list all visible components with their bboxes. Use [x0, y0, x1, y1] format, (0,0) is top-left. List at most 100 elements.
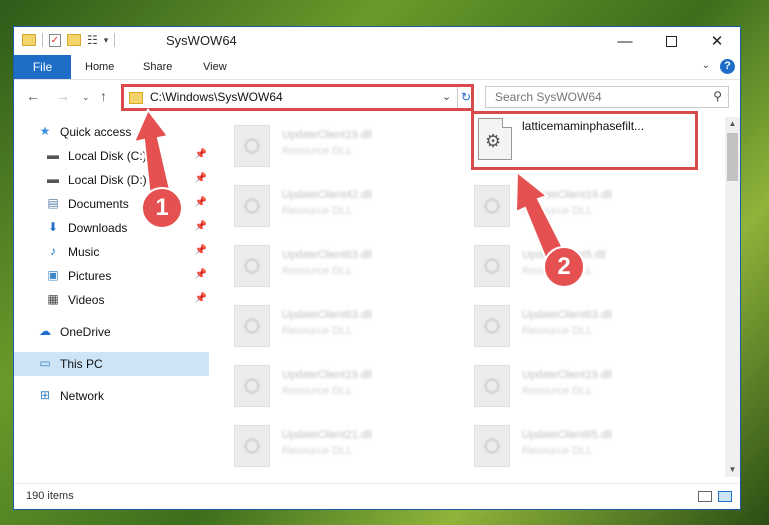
folder-icon	[129, 92, 143, 104]
scroll-down-button[interactable]: ▼	[725, 463, 740, 477]
file-item[interactable]: UpdateClient42.dll Resource DLL	[234, 183, 454, 233]
file-item[interactable]: UpdateClient21.dll Resource DLL	[234, 423, 454, 473]
search-icon[interactable]: ⚲	[713, 89, 722, 103]
properties-check-icon[interactable]: ✓	[49, 33, 61, 47]
file-item[interactable]: UpdateClient63.dll Resource DLL	[474, 303, 694, 353]
vertical-scrollbar[interactable]: ▲ ▼	[725, 117, 740, 477]
title-bar: ✓ ☷ ▾ SysWOW64 — ✕	[14, 27, 740, 55]
pin-icon: 📌	[194, 293, 207, 304]
tab-home[interactable]: Home	[85, 55, 114, 79]
file-name: UpdateClient63.dll	[282, 309, 372, 321]
dll-file-icon	[474, 365, 510, 407]
refresh-button[interactable]: ↻	[457, 87, 474, 108]
file-item[interactable]: UpdateClient19.dll Resource DLL	[474, 363, 694, 413]
forward-button[interactable]: →	[56, 88, 70, 104]
new-folder-icon[interactable]	[67, 34, 81, 46]
customize-toolbar-chevron-icon[interactable]: ▾	[104, 35, 109, 46]
sidebar-item-this-pc[interactable]: ▭ This PC	[14, 352, 209, 376]
network-icon: ⊞	[39, 388, 51, 402]
file-name: UpdateClient65.dll	[522, 429, 612, 441]
sidebar-item-label: Music	[68, 245, 100, 259]
sidebar-item-label: Pictures	[68, 269, 112, 283]
file-item[interactable]: UpdateClient19.dll Resource DLL	[234, 363, 454, 413]
maximize-icon	[665, 35, 677, 47]
star-icon: ★	[39, 124, 51, 138]
address-bar[interactable]: C:\Windows\SysWOW64 ⌄ ↻	[121, 84, 474, 111]
recent-locations-chevron-icon[interactable]: ⌄	[82, 92, 90, 103]
address-dropdown-chevron-icon[interactable]: ⌄	[442, 90, 451, 103]
expand-ribbon-chevron-icon[interactable]: ⌄	[702, 60, 710, 71]
file-name: UpdateClient63.dll	[522, 309, 612, 321]
pin-icon: 📌	[194, 245, 207, 256]
dll-file-icon	[474, 425, 510, 467]
sidebar-item-label: Videos	[68, 293, 105, 307]
pin-icon: 📌	[194, 149, 207, 160]
file-name: UpdateClient63.dll	[282, 249, 372, 261]
download-icon: ⬇	[47, 220, 59, 234]
sidebar-item-pictures[interactable]: ▣ Pictures 📌	[14, 264, 209, 288]
file-item[interactable]: UpdateClient63.dll Resource DLL	[234, 243, 454, 293]
toolbar-divider	[42, 33, 43, 47]
sidebar-item-music[interactable]: ♪ Music 📌	[14, 240, 209, 264]
tab-view[interactable]: View	[203, 55, 227, 79]
file-type: Resource DLL	[282, 265, 353, 277]
sidebar-item-label: OneDrive	[60, 325, 111, 339]
pictures-icon: ▣	[47, 268, 59, 282]
sidebar-item-local-disk-c[interactable]: ▬ Local Disk (C:) 📌	[14, 144, 209, 168]
dll-file-icon	[474, 305, 510, 347]
sidebar-item-label: Downloads	[68, 221, 128, 235]
dll-file-icon	[234, 185, 270, 227]
search-input[interactable]: Search SysWOW64 ⚲	[485, 86, 729, 108]
sidebar-item-label: This PC	[60, 357, 103, 371]
close-button[interactable]: ✕	[694, 27, 740, 55]
gear-file-icon: ⚙	[478, 118, 512, 160]
dll-file-icon	[234, 425, 270, 467]
gear-icon: ⚙	[485, 131, 502, 151]
file-name: latticemaminphasefilt...	[522, 119, 645, 133]
details-view-icon[interactable]	[698, 491, 712, 502]
file-type: Resource DLL	[282, 145, 353, 157]
video-icon: ▦	[47, 292, 59, 306]
file-item[interactable]: UpdateClient19.dll Resource DLL	[474, 183, 694, 233]
minimize-button[interactable]: —	[602, 27, 648, 55]
navigation-pane: ★ Quick access ▬ Local Disk (C:) 📌 ▬ Local Dis…	[14, 117, 209, 477]
dll-file-icon	[234, 245, 270, 287]
file-type: Resource DLL	[522, 325, 593, 337]
back-button[interactable]: ←	[26, 88, 40, 104]
tab-share[interactable]: Share	[143, 55, 172, 79]
sidebar-item-downloads[interactable]: ⬇ Downloads 📌	[14, 216, 209, 240]
toolbar-divider	[114, 33, 116, 47]
file-name: UpdateClient42.dll	[282, 189, 372, 201]
file-item[interactable]: UpdateClient19.dll Resource DLL	[234, 123, 454, 173]
file-type: Resource DLL	[282, 325, 353, 337]
properties-icon[interactable]: ☷	[87, 33, 98, 47]
file-item[interactable]: UpdateClient63.dll Resource DLL	[234, 303, 454, 353]
dll-file-icon	[474, 245, 510, 287]
drive-icon: ▬	[47, 148, 59, 162]
status-bar: 190 items	[14, 483, 740, 509]
file-item[interactable]: UpdateClient65.dll Resource DLL	[474, 423, 694, 473]
up-button[interactable]: ↑	[100, 88, 107, 104]
sidebar-item-onedrive[interactable]: ☁ OneDrive	[14, 320, 209, 344]
scroll-thumb[interactable]	[727, 133, 738, 181]
file-explorer-window: ✓ ☷ ▾ SysWOW64 — ✕ File Home Share View …	[13, 26, 741, 510]
large-icons-view-icon[interactable]	[718, 491, 732, 502]
folder-icon[interactable]	[22, 34, 36, 46]
maximize-button[interactable]	[648, 27, 694, 55]
sidebar-item-label: Local Disk (C:)	[68, 149, 147, 163]
step-2-badge: 2	[543, 246, 585, 288]
sidebar-item-label: Documents	[68, 197, 129, 211]
sidebar-item-quick-access[interactable]: ★ Quick access	[14, 120, 209, 144]
help-icon[interactable]: ?	[720, 59, 735, 74]
sidebar-item-local-disk-d[interactable]: ▬ Local Disk (D:) 📌	[14, 168, 209, 192]
target-dll-file[interactable]: ⚙ latticemaminphasefilt...	[471, 111, 698, 170]
pin-icon: 📌	[194, 221, 207, 232]
file-name: UpdateClient19.dll	[282, 129, 372, 141]
address-path[interactable]: C:\Windows\SysWOW64	[150, 90, 283, 104]
ribbon-tabs: File Home Share View ⌄ ?	[14, 55, 740, 80]
scroll-up-button[interactable]: ▲	[725, 117, 740, 131]
file-name: UpdateClient19.dll	[522, 369, 612, 381]
sidebar-item-videos[interactable]: ▦ Videos 📌	[14, 288, 209, 312]
tab-file[interactable]: File	[14, 55, 71, 79]
sidebar-item-network[interactable]: ⊞ Network	[14, 384, 209, 408]
